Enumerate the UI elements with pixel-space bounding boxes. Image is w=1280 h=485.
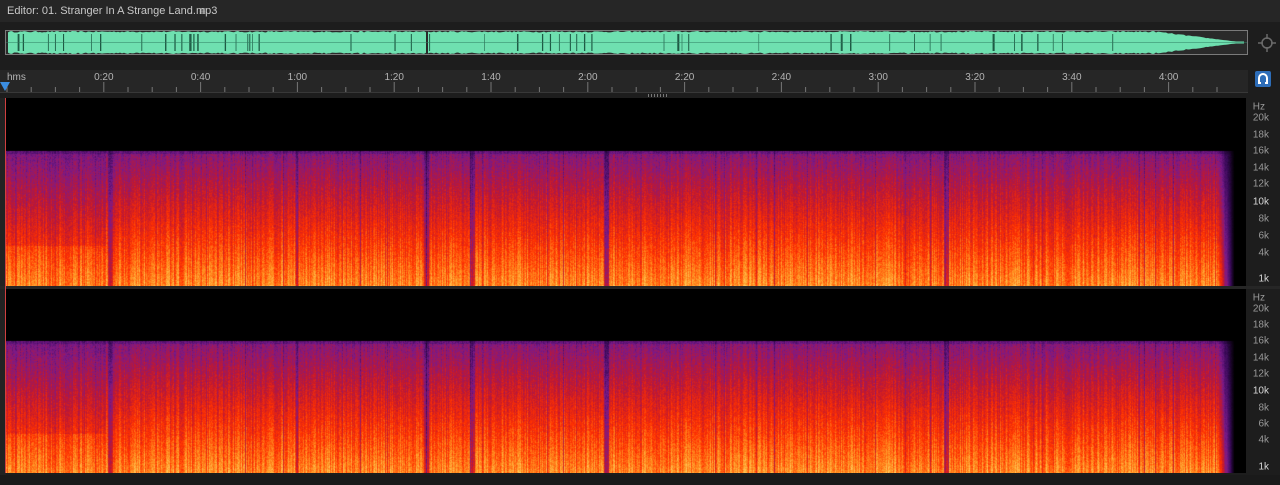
snap-button[interactable] <box>1255 71 1271 87</box>
frequency-label: 18k <box>1252 319 1269 331</box>
frequency-label: 14k <box>1252 162 1269 174</box>
ruler-tick-label: 3:20 <box>965 72 985 83</box>
frequency-label: 4k <box>1258 434 1269 446</box>
frequency-scale-left[interactable]: Hz 20k 18k 16k 14k 12k 10k 8k 6k 4k 1k <box>1248 98 1280 286</box>
spectrogram-right-channel[interactable] <box>6 289 1246 473</box>
frequency-label: 10k <box>1252 385 1269 397</box>
hamburger-menu-icon[interactable]: ≡ <box>199 0 206 22</box>
editor-panel-header: Editor: 01. Stranger In A Strange Land.m… <box>0 0 1280 22</box>
ruler-tick-label: 0:40 <box>190 72 211 83</box>
frequency-label: 12k <box>1252 178 1269 190</box>
ruler-tick-label: 2:00 <box>578 72 598 83</box>
frequency-label: 18k <box>1252 129 1269 141</box>
magnet-icon <box>1258 73 1268 84</box>
frequency-label: 8k <box>1258 213 1269 225</box>
ruler-tick-label: 3:00 <box>868 72 888 83</box>
frequency-label: 20k <box>1252 112 1269 124</box>
status-bar <box>0 475 1280 485</box>
editor-title: Editor: 01. Stranger In A Strange Land.m… <box>7 5 218 17</box>
ruler-tick-label: 2:20 <box>674 72 695 83</box>
frequency-scale-right[interactable]: Hz 20k 18k 16k 14k 12k 10k 8k 6k 4k 1k <box>1248 289 1280 473</box>
overview-waveform-graphic <box>6 31 1247 54</box>
frequency-label: 1k <box>1258 461 1269 473</box>
frequency-label: 16k <box>1252 145 1269 157</box>
frequency-label: 6k <box>1258 230 1269 242</box>
frequency-label: 16k <box>1252 335 1269 347</box>
frequency-label: 10k <box>1252 196 1269 208</box>
spectrogram-display <box>6 98 1246 286</box>
overview-waveform[interactable] <box>5 30 1248 55</box>
playhead-marker[interactable] <box>0 82 10 91</box>
frequency-unit-label: Hz <box>1252 292 1265 304</box>
spectrogram-display <box>6 289 1246 473</box>
zoom-navigator-icon[interactable] <box>1257 33 1277 53</box>
frequency-unit-label: Hz <box>1252 101 1265 113</box>
frequency-label: 8k <box>1258 402 1269 414</box>
ruler-tick-label: 1:00 <box>287 72 308 83</box>
playhead-line <box>5 98 6 473</box>
ruler-tick-label: 0:20 <box>94 72 114 83</box>
frequency-label: 4k <box>1258 247 1269 259</box>
frequency-label: 6k <box>1258 418 1269 430</box>
ruler-tick-marks <box>6 82 1218 92</box>
frequency-label: 20k <box>1252 303 1269 315</box>
ruler-tick-label: 4:00 <box>1158 72 1179 83</box>
ruler-tick-label: 2:40 <box>771 72 792 83</box>
ruler-tick-label: 3:40 <box>1062 72 1082 83</box>
frequency-label: 1k <box>1258 273 1269 285</box>
ruler-tick-label: 1:20 <box>384 72 404 83</box>
frequency-label: 14k <box>1252 352 1269 364</box>
spectrogram-left-channel[interactable] <box>6 98 1246 286</box>
frequency-label: 12k <box>1252 368 1269 380</box>
ruler-tick-label: 1:40 <box>481 72 501 83</box>
timeline-ruler[interactable]: hms 0:20 0:40 1:00 1:20 1:40 2:00 2:20 2:40 3:00… <box>0 70 1248 93</box>
panel-splitter-grip[interactable] <box>648 94 668 97</box>
